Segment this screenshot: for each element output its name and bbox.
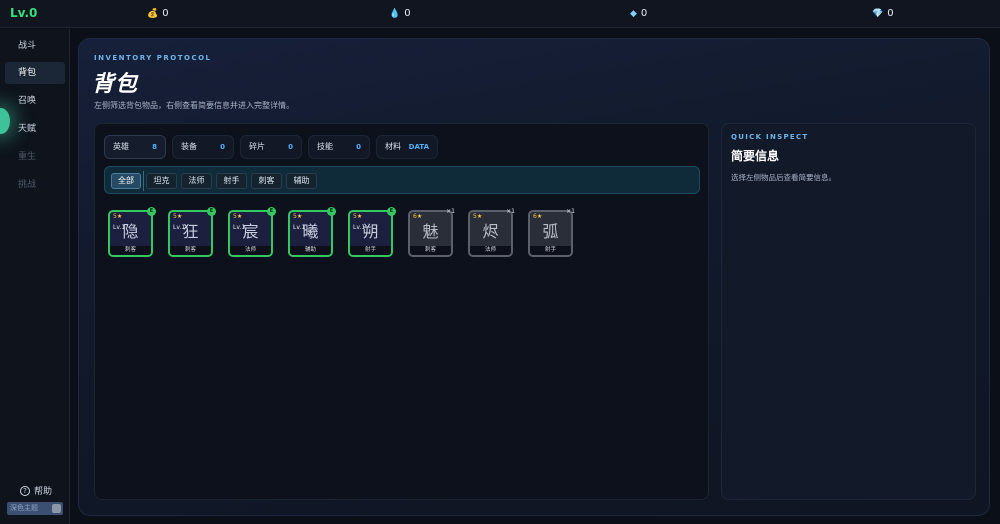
star-rating: 5★ (473, 213, 483, 220)
equipped-badge: E (207, 207, 216, 216)
filter-assassin[interactable]: 刺客 (251, 173, 282, 189)
quick-inspect-panel: QUICK INSPECT 简要信息 选择左侧物品后查看简要信息。 (721, 123, 976, 500)
sidebar-item-summon[interactable]: 召唤 (5, 90, 65, 112)
star-rating: 5★ (113, 213, 123, 220)
page-subtitle: 左侧筛选背包物品，右侧查看简要信息并进入完整详情。 (94, 101, 294, 110)
page-eyebrow: INVENTORY PROTOCOL (94, 54, 212, 62)
equipped-badge: E (387, 207, 396, 216)
tab-count: DATA (408, 143, 429, 151)
hero-level: Lv.1 (293, 224, 306, 231)
star-rating: 5★ (173, 213, 183, 220)
resource-diamond: ◆ 0 (630, 8, 647, 19)
page-title: 背包 (92, 72, 139, 97)
sidebar-item-battle[interactable]: 战斗 (5, 35, 65, 57)
star-rating: 5★ (233, 213, 243, 220)
resource-value: 0 (404, 8, 411, 19)
inspect-hint: 选择左侧物品后查看简要信息。 (731, 173, 836, 182)
hero-card[interactable]: 宸 5★ Lv.1 E 法师 (228, 207, 276, 257)
tab-fragments[interactable]: 碎片 0 (240, 135, 302, 159)
tab-label: 技能 (317, 142, 333, 151)
tab-label: 碎片 (249, 142, 265, 151)
hero-role: 刺客 (170, 246, 211, 255)
sidebar: 战斗 背包 召唤 天赋 重生 挑战 ? 帮助 深色主题 (0, 29, 70, 524)
hero-card[interactable]: 朔 5★ Lv.1 E 射手 (348, 207, 396, 257)
help-label: 帮助 (34, 487, 53, 497)
filter-divider (143, 171, 144, 191)
gem-icon: 💎 (872, 8, 884, 19)
hero-card-unowned[interactable]: 弧 6★ ×1 射手 (528, 208, 575, 257)
hero-card[interactable]: 隐 5★ Lv.1 E 刺客 (108, 207, 156, 257)
hero-role: 法师 (470, 246, 511, 255)
filter-all[interactable]: 全部 (111, 173, 141, 189)
hero-level: Lv.1 (233, 224, 246, 231)
hero-card[interactable]: 曦 5★ Lv.1 E 辅助 (288, 207, 336, 257)
sidebar-item-talent[interactable]: 天赋 (5, 118, 65, 140)
toggle-knob (52, 504, 61, 513)
theme-toggle[interactable]: 深色主题 (7, 502, 63, 515)
item-count: ×1 (566, 208, 575, 215)
hero-glyph: 弧 (542, 222, 559, 241)
main-panel: INVENTORY PROTOCOL 背包 左侧筛选背包物品，右侧查看简要信息并… (78, 38, 990, 516)
inspect-eyebrow: QUICK INSPECT (731, 133, 809, 141)
hero-glyph: 烬 (482, 222, 499, 241)
filter-tank[interactable]: 坦克 (146, 173, 177, 189)
tab-label: 英雄 (113, 142, 129, 151)
tab-equipment[interactable]: 装备 0 (172, 135, 234, 159)
filter-marksman[interactable]: 射手 (216, 173, 247, 189)
equipped-badge: E (327, 207, 336, 216)
tab-label: 材料 (385, 142, 401, 151)
hero-role: 刺客 (410, 246, 451, 255)
diamond-icon: ◆ (630, 8, 637, 19)
hero-card-unowned[interactable]: 魅 6★ ×1 刺客 (408, 208, 455, 257)
help-button[interactable]: ? 帮助 (20, 484, 52, 497)
player-level: Lv.0 (10, 6, 38, 20)
tab-heroes[interactable]: 英雄 8 (104, 135, 166, 159)
top-bar: Lv.0 💰 0 💧 0 ◆ 0 💎 0 (0, 0, 1000, 28)
item-count: ×1 (506, 208, 515, 215)
role-filter-bar: 全部 坦克 法师 射手 刺客 辅助 (104, 166, 700, 194)
hero-glyph: 魅 (422, 222, 439, 241)
inspect-title: 简要信息 (731, 149, 780, 163)
tab-count: 8 (152, 143, 157, 151)
sidebar-item-challenge[interactable]: 挑战 (5, 174, 65, 196)
hero-role: 射手 (350, 246, 391, 255)
star-rating: 6★ (533, 213, 543, 220)
theme-toggle-label: 深色主题 (10, 504, 38, 512)
star-rating: 5★ (293, 213, 303, 220)
equipped-badge: E (267, 207, 276, 216)
resource-gem: 💎 0 (872, 8, 894, 19)
tab-skills[interactable]: 技能 0 (308, 135, 370, 159)
hero-card[interactable]: 狂 5★ Lv.1 E 刺客 (168, 207, 216, 257)
resource-value: 0 (162, 8, 169, 19)
star-rating: 5★ (353, 213, 363, 220)
hero-role: 刺客 (110, 246, 151, 255)
inventory-panel: 英雄 8 装备 0 碎片 0 技能 0 材料 DATA 全部 坦克 法师 射手 … (94, 123, 709, 500)
item-count: ×1 (446, 208, 455, 215)
resource-value: 0 (887, 8, 894, 19)
hero-card-unowned[interactable]: 烬 5★ ×1 法师 (468, 208, 515, 257)
sidebar-item-rebirth[interactable]: 重生 (5, 146, 65, 168)
tab-count: 0 (220, 143, 225, 151)
tab-materials[interactable]: 材料 DATA (376, 135, 438, 159)
sidebar-item-inventory[interactable]: 背包 (5, 62, 65, 84)
coin-bag-icon: 💰 (147, 8, 159, 19)
water-drop-icon: 💧 (389, 8, 401, 19)
help-icon: ? (20, 485, 30, 496)
filter-mage[interactable]: 法师 (181, 173, 212, 189)
hero-level: Lv.1 (173, 224, 186, 231)
resource-coins: 💰 0 (147, 8, 169, 19)
equipped-badge: E (147, 207, 156, 216)
tab-count: 0 (288, 143, 293, 151)
resource-value: 0 (640, 8, 648, 19)
hero-role: 法师 (230, 246, 271, 255)
tab-count: 0 (356, 143, 361, 151)
hero-level: Lv.1 (353, 224, 366, 231)
resource-water: 💧 0 (389, 8, 411, 19)
tab-label: 装备 (181, 142, 197, 151)
hero-level: Lv.1 (113, 224, 126, 231)
filter-support[interactable]: 辅助 (286, 173, 317, 189)
hero-role: 射手 (530, 246, 571, 255)
hero-role: 辅助 (290, 246, 331, 255)
star-rating: 6★ (413, 213, 423, 220)
